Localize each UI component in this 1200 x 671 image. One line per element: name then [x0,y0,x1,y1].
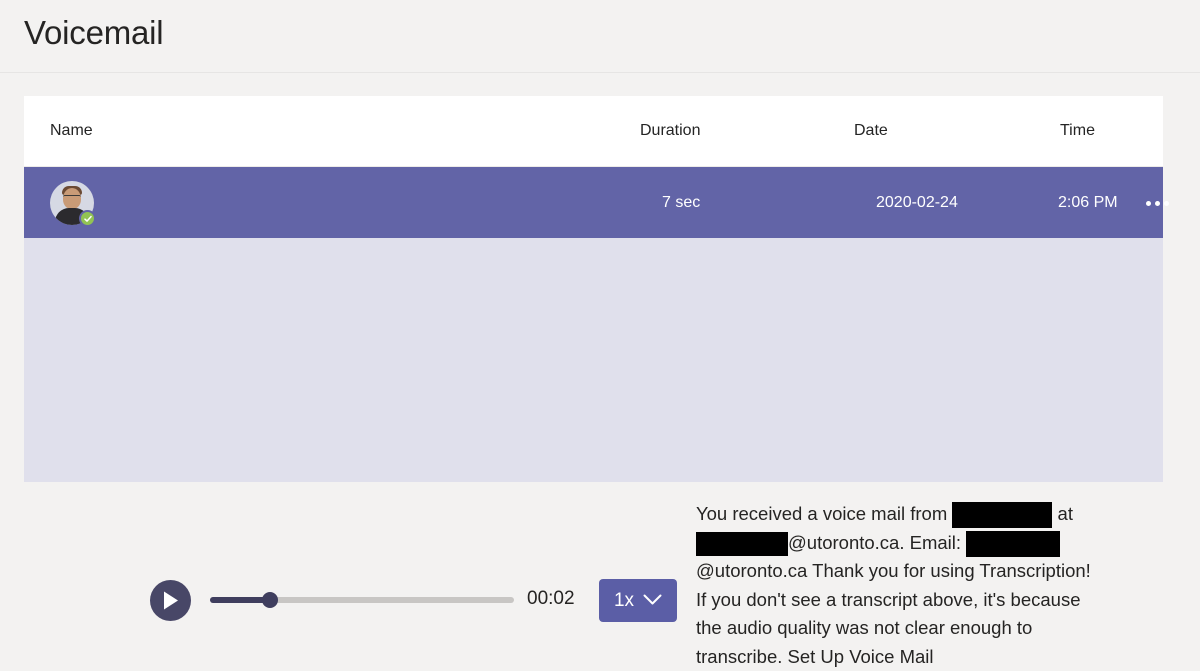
dot [1145,200,1151,206]
transcript-segment-2: at [1052,503,1073,524]
table-row[interactable]: 7 sec 2020-02-24 2:06 PM [24,167,1169,384]
cell-date: 2020-02-24 [876,194,958,211]
page-title: Voicemail [24,14,164,51]
voicemail-card: Name Duration Date Time 7 sec 2020-02-24… [24,96,1169,667]
column-header-time[interactable]: Time [1060,96,1095,166]
transcript-redaction-2 [696,531,788,556]
more-options-icon[interactable] [1137,189,1177,217]
column-header-duration[interactable]: Duration [640,96,700,166]
playback-speed-button[interactable]: 1x [599,579,677,622]
scrubber-thumb[interactable] [262,592,278,608]
scrubber-progress [210,597,270,603]
transcript-segment-4: @utoronto.ca Thank you for using Transcr… [696,560,1091,667]
column-header-date[interactable]: Date [854,96,888,166]
voicemail-detail-panel: You received a voice mail from at @utoro… [24,238,1163,667]
current-time-label: 00:02 [527,588,575,609]
table-header: Name Duration Date Time [24,96,1163,167]
transcript-segment-1: You received a voice mail from [696,503,953,524]
play-button[interactable] [150,580,191,621]
glasses-icon [63,195,81,201]
playback-speed-label: 1x [613,589,635,611]
chevron-down-icon [643,590,662,612]
column-header-name[interactable]: Name [50,96,93,166]
transcript-text: You received a voice mail from at @utoro… [696,500,1096,671]
transcript-redaction-1 [952,502,1053,529]
presence-available-icon [79,210,96,227]
avatar [50,181,96,227]
dot [1163,200,1169,206]
playback-scrubber[interactable] [210,592,514,608]
cell-duration: 7 sec [662,194,701,211]
page-header: Voicemail [0,0,1200,73]
cell-time: 2:06 PM [1058,194,1118,211]
transcript-redaction-3 [966,530,1061,557]
dot [1154,200,1160,206]
transcript-segment-3: @utoronto.ca. Email: [788,531,967,553]
